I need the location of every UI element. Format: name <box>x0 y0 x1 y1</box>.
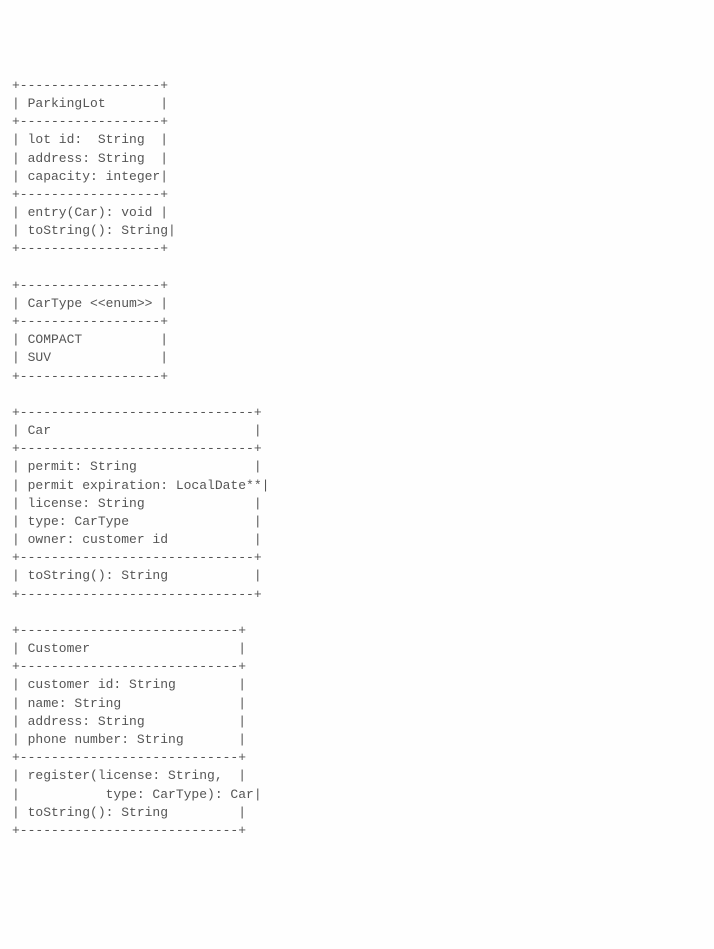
ascii-line: +------------------+ <box>12 277 714 295</box>
ascii-line: | type: CarType | <box>12 513 714 531</box>
ascii-line: | type: CarType): Car| <box>12 786 714 804</box>
ascii-line: +------------------+ <box>12 113 714 131</box>
ascii-line: +------------------+ <box>12 77 714 95</box>
ascii-line: | SUV | <box>12 349 714 367</box>
ascii-line: | permit expiration: LocalDate**| <box>12 477 714 495</box>
ascii-line: | toString(): String | <box>12 804 714 822</box>
ascii-line: | capacity: integer| <box>12 168 714 186</box>
ascii-line: | name: String | <box>12 695 714 713</box>
ascii-line: +----------------------------+ <box>12 658 714 676</box>
ascii-line: | toString(): String | <box>12 567 714 585</box>
ascii-line: +------------------------------+ <box>12 404 714 422</box>
ascii-line: | toString(): String| <box>12 222 714 240</box>
ascii-line: +------------------+ <box>12 240 714 258</box>
ascii-line: +----------------------------+ <box>12 749 714 767</box>
ascii-line: +------------------------------+ <box>12 586 714 604</box>
ascii-line: | lot id: String | <box>12 131 714 149</box>
ascii-line: +------------------+ <box>12 186 714 204</box>
ascii-line: +------------------------------+ <box>12 549 714 567</box>
ascii-line: +------------------------------+ <box>12 440 714 458</box>
ascii-line: +------------------+ <box>12 368 714 386</box>
uml-class-diagram: +------------------+| ParkingLot |+-----… <box>12 77 714 840</box>
class-box-cartype-enum: +------------------+| CarType <<enum>> |… <box>12 277 714 386</box>
class-box-customer: +----------------------------+| Customer… <box>12 622 714 840</box>
ascii-line: | ParkingLot | <box>12 95 714 113</box>
class-box-parkinglot: +------------------+| ParkingLot |+-----… <box>12 77 714 259</box>
ascii-line: +------------------+ <box>12 313 714 331</box>
ascii-line: | COMPACT | <box>12 331 714 349</box>
ascii-line: | CarType <<enum>> | <box>12 295 714 313</box>
ascii-line: | customer id: String | <box>12 676 714 694</box>
ascii-line: | entry(Car): void | <box>12 204 714 222</box>
class-box-car: +------------------------------+| Car |+… <box>12 404 714 604</box>
ascii-line: | Car | <box>12 422 714 440</box>
ascii-line: | address: String | <box>12 713 714 731</box>
ascii-line: | Customer | <box>12 640 714 658</box>
ascii-line: | license: String | <box>12 495 714 513</box>
ascii-line: | register(license: String, | <box>12 767 714 785</box>
ascii-line: | phone number: String | <box>12 731 714 749</box>
ascii-line: | permit: String | <box>12 458 714 476</box>
ascii-line: +----------------------------+ <box>12 622 714 640</box>
ascii-line: | address: String | <box>12 150 714 168</box>
ascii-line: | owner: customer id | <box>12 531 714 549</box>
ascii-line: +----------------------------+ <box>12 822 714 840</box>
